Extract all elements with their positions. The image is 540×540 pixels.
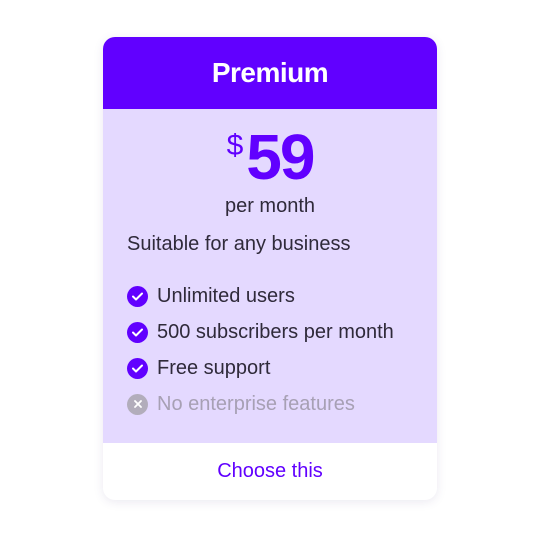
feature-label: Free support xyxy=(157,356,271,379)
pricing-card: Premium $ 59 per month Suitable for any … xyxy=(103,37,437,500)
price-currency: $ xyxy=(226,129,244,162)
feature-list: Unlimited users 500 subscribers per mont… xyxy=(127,278,394,422)
feature-label: Unlimited users xyxy=(157,284,295,307)
plan-name: Premium xyxy=(211,57,329,88)
plan-tagline: Suitable for any business xyxy=(127,233,351,255)
check-circle-icon xyxy=(127,321,148,343)
feature-item: 500 subscribers per month xyxy=(127,314,394,350)
pricing-card-header: Premium xyxy=(103,37,437,109)
check-circle-icon xyxy=(127,357,148,379)
price-amount: 59 xyxy=(246,121,315,193)
feature-label: 500 subscribers per month xyxy=(157,320,394,343)
price-period: per month xyxy=(224,195,316,217)
check-circle-icon xyxy=(127,285,148,307)
price: $ 59 xyxy=(103,125,437,189)
choose-plan-button[interactable]: Choose this xyxy=(205,454,335,489)
feature-item: Unlimited users xyxy=(127,278,394,314)
x-circle-icon xyxy=(127,393,148,415)
pricing-card-body: $ 59 per month Suitable for any business… xyxy=(103,109,437,443)
feature-item: Free support xyxy=(127,350,394,386)
feature-label: No enterprise features xyxy=(157,392,355,415)
pricing-card-footer: Choose this xyxy=(103,443,437,500)
feature-item-disabled: No enterprise features xyxy=(127,386,394,422)
